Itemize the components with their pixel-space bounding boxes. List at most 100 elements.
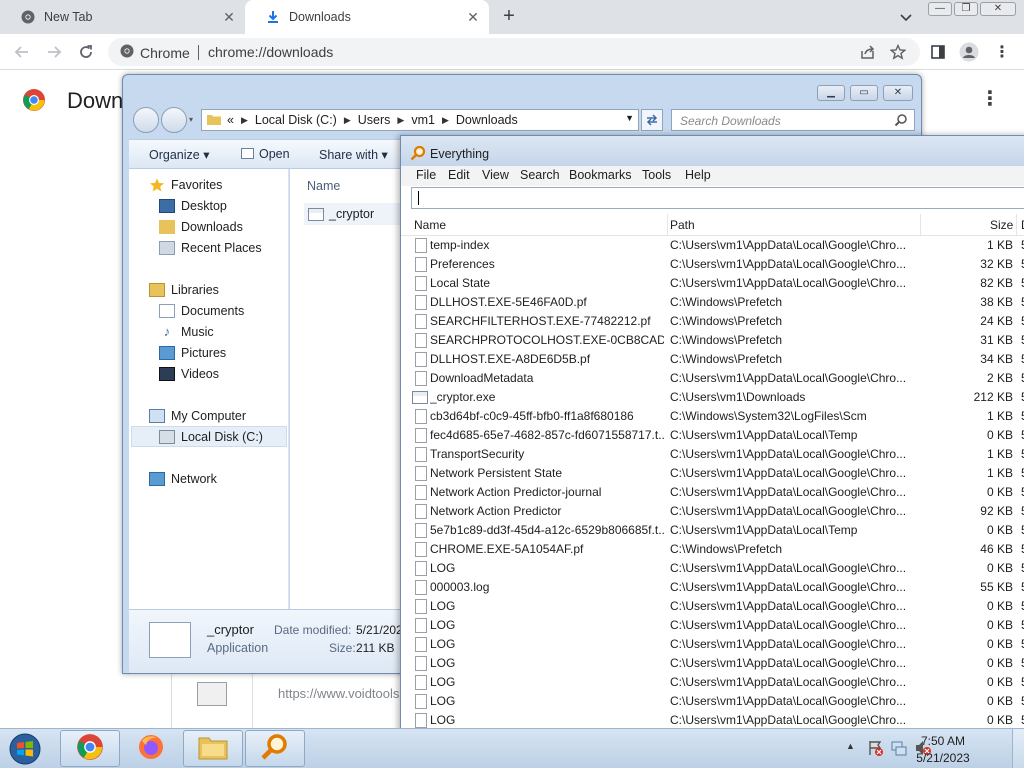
nav-local-disk[interactable]: Local Disk (C:) bbox=[131, 426, 287, 447]
result-row[interactable]: LOG C:\Users\vm1\AppData\Local\Google\Chr… bbox=[401, 559, 1024, 578]
taskbar-chrome-button[interactable] bbox=[60, 730, 120, 767]
result-row[interactable]: Preferences C:\Users\vm1\AppData\Local\Go… bbox=[401, 255, 1024, 274]
tab-downloads[interactable]: Downloads ✕ bbox=[245, 0, 489, 34]
result-row[interactable]: LOG C:\Users\vm1\AppData\Local\Google\Chr… bbox=[401, 597, 1024, 616]
breadcrumb-separator-icon[interactable]: ▶ bbox=[397, 115, 404, 126]
column-divider[interactable] bbox=[1016, 214, 1017, 236]
result-row[interactable]: DLLHOST.EXE-A8DE6D5B.pf C:\Windows\Prefet… bbox=[401, 350, 1024, 369]
clock-date[interactable]: 5/21/2023 bbox=[908, 751, 978, 765]
menu-tools[interactable]: Tools bbox=[642, 168, 671, 182]
recent-pages-chevron-icon[interactable]: ▾ bbox=[189, 115, 193, 124]
restore-window-button[interactable]: ❐ bbox=[954, 2, 978, 16]
nav-pictures[interactable]: Pictures bbox=[159, 342, 226, 363]
chevron-down-icon[interactable] bbox=[897, 8, 915, 26]
taskbar-firefox-button[interactable] bbox=[121, 730, 181, 767]
result-row[interactable]: TransportSecurity C:\Users\vm1\AppData\Lo… bbox=[401, 445, 1024, 464]
menu-bookmarks[interactable]: Bookmarks bbox=[569, 168, 632, 182]
close-window-button[interactable]: ✕ bbox=[980, 2, 1016, 16]
result-row[interactable]: fec4d685-65e7-4682-857c-fd6071558717.t..… bbox=[401, 426, 1024, 445]
result-row[interactable]: LOG C:\Users\vm1\AppData\Local\Google\Chr… bbox=[401, 692, 1024, 711]
result-row[interactable]: SEARCHPROTOCOLHOST.EXE-0CB8CADE... C:\Win… bbox=[401, 331, 1024, 350]
more-actions-button[interactable]: ⋮ bbox=[980, 88, 1000, 112]
tab-new-tab[interactable]: New Tab ✕ bbox=[0, 0, 245, 34]
nav-music[interactable]: ♪ Music bbox=[159, 321, 214, 342]
menu-file[interactable]: File bbox=[416, 168, 436, 182]
menu-view[interactable]: View bbox=[482, 168, 509, 182]
close-tab-icon[interactable]: ✕ bbox=[221, 9, 237, 25]
taskbar-explorer-button[interactable] bbox=[183, 730, 243, 767]
nav-favorites[interactable]: Favorites bbox=[149, 174, 222, 195]
everything-titlebar[interactable]: Everything bbox=[401, 136, 1024, 166]
column-header-size[interactable]: Size bbox=[990, 218, 1013, 232]
result-row[interactable]: LOG C:\Users\vm1\AppData\Local\Google\Chr… bbox=[401, 616, 1024, 635]
result-row[interactable]: _cryptor.exe C:\Users\vm1\Downloads 212 KB… bbox=[401, 388, 1024, 407]
nav-downloads[interactable]: Downloads bbox=[159, 216, 243, 237]
result-row[interactable]: CHROME.EXE-5A1054AF.pf C:\Windows\Prefetc… bbox=[401, 540, 1024, 559]
menu-help[interactable]: Help bbox=[685, 168, 711, 182]
result-row[interactable]: Network Action Predictor C:\Users\vm1\App… bbox=[401, 502, 1024, 521]
result-row[interactable]: cb3d64bf-c0c9-45ff-bfb0-ff1a8f680186 C:\W… bbox=[401, 407, 1024, 426]
result-row[interactable]: 000003.log C:\Users\vm1\AppData\Local\Goo… bbox=[401, 578, 1024, 597]
profile-avatar-icon[interactable] bbox=[959, 42, 979, 62]
start-button[interactable] bbox=[4, 731, 46, 767]
explorer-back-button[interactable] bbox=[133, 107, 159, 133]
share-with-button[interactable]: Share with ▾ bbox=[319, 147, 388, 162]
result-row[interactable]: LOG C:\Users\vm1\AppData\Local\Google\Chr… bbox=[401, 673, 1024, 692]
breadcrumb-vm1[interactable]: vm1 bbox=[411, 113, 435, 127]
side-panel-icon[interactable] bbox=[928, 42, 948, 62]
breadcrumb-separator-icon[interactable]: ▶ bbox=[241, 115, 248, 126]
address-bar[interactable]: Chrome chrome://downloads bbox=[108, 38, 920, 66]
download-source-link[interactable]: https://www.voidtools bbox=[278, 686, 399, 701]
result-row[interactable]: LOG C:\Users\vm1\AppData\Local\Google\Chr… bbox=[401, 654, 1024, 673]
new-tab-button[interactable]: + bbox=[498, 6, 520, 28]
menu-search[interactable]: Search bbox=[520, 168, 560, 182]
share-icon[interactable] bbox=[858, 42, 878, 62]
nav-videos[interactable]: Videos bbox=[159, 363, 219, 384]
breadcrumb-local-disk[interactable]: Local Disk (C:) bbox=[255, 113, 337, 127]
url-text[interactable]: chrome://downloads bbox=[208, 44, 333, 60]
column-header-name[interactable]: Name bbox=[307, 179, 340, 193]
close-tab-icon[interactable]: ✕ bbox=[465, 9, 481, 25]
clock-time[interactable]: 7:50 AM bbox=[908, 734, 978, 748]
forward-button[interactable] bbox=[44, 42, 64, 62]
refresh-button[interactable] bbox=[641, 109, 663, 131]
result-row[interactable]: LOG C:\Users\vm1\AppData\Local\Google\Chr… bbox=[401, 635, 1024, 654]
result-row[interactable]: Network Action Predictor-journal C:\Users… bbox=[401, 483, 1024, 502]
result-row[interactable]: DownloadMetadata C:\Users\vm1\AppData\Loc… bbox=[401, 369, 1024, 388]
result-row[interactable]: Network Persistent State C:\Users\vm1\App… bbox=[401, 464, 1024, 483]
result-row[interactable]: temp-index C:\Users\vm1\AppData\Local\Goo… bbox=[401, 236, 1024, 255]
site-chip[interactable]: Chrome bbox=[120, 44, 190, 61]
menu-edit[interactable]: Edit bbox=[448, 168, 470, 182]
result-row[interactable]: DLLHOST.EXE-5E46FA0D.pf C:\Windows\Prefet… bbox=[401, 293, 1024, 312]
explorer-close-button[interactable]: ✕ bbox=[883, 85, 913, 101]
search-icon[interactable] bbox=[894, 113, 908, 130]
breadcrumb-separator-icon[interactable]: ▶ bbox=[344, 115, 351, 126]
organize-button[interactable]: Organize ▾ bbox=[149, 147, 209, 162]
result-row[interactable]: SEARCHFILTERHOST.EXE-77482212.pf C:\Windo… bbox=[401, 312, 1024, 331]
show-desktop-button[interactable] bbox=[1012, 729, 1024, 768]
bookmark-star-icon[interactable] bbox=[888, 42, 908, 62]
chrome-menu-button[interactable]: ⋮ bbox=[992, 42, 1012, 62]
nav-recent-places[interactable]: Recent Places bbox=[159, 237, 262, 258]
breadcrumb-separator-icon[interactable]: ▶ bbox=[442, 115, 449, 126]
nav-libraries[interactable]: Libraries bbox=[149, 279, 219, 300]
breadcrumb-downloads[interactable]: Downloads bbox=[456, 113, 518, 127]
breadcrumb-overflow[interactable]: « bbox=[227, 113, 234, 127]
column-header-path[interactable]: Path bbox=[670, 218, 695, 232]
nav-network[interactable]: Network bbox=[149, 468, 217, 489]
network-tray-icon[interactable] bbox=[890, 739, 908, 760]
minimize-window-button[interactable]: — bbox=[928, 2, 952, 16]
open-button[interactable]: Open bbox=[241, 147, 290, 161]
file-item-cryptor[interactable]: _cryptor bbox=[304, 203, 402, 225]
show-hidden-icons-icon[interactable]: ▲ bbox=[846, 741, 855, 751]
result-row[interactable]: Local State C:\Users\vm1\AppData\Local\Go… bbox=[401, 274, 1024, 293]
explorer-forward-button[interactable] bbox=[161, 107, 187, 133]
column-header-name[interactable]: Name bbox=[414, 218, 446, 232]
nav-my-computer[interactable]: My Computer bbox=[149, 405, 246, 426]
action-center-icon[interactable] bbox=[867, 739, 885, 760]
explorer-address-bar[interactable]: « ▶ Local Disk (C:) ▶ Users ▶ vm1 ▶ Down… bbox=[201, 109, 639, 131]
explorer-search-input[interactable]: Search Downloads bbox=[671, 109, 915, 131]
back-button[interactable] bbox=[12, 42, 32, 62]
column-divider[interactable] bbox=[920, 214, 921, 236]
taskbar-everything-button[interactable] bbox=[245, 730, 305, 767]
